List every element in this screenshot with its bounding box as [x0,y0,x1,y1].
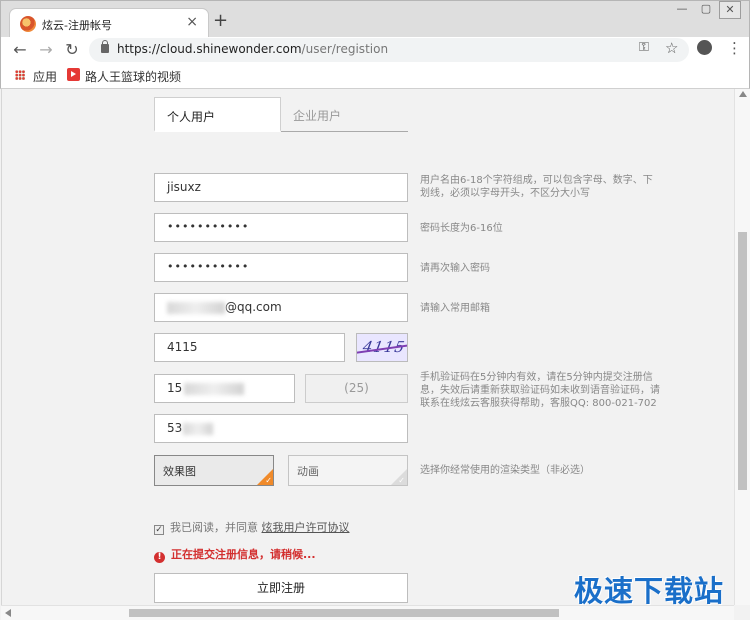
phone-input[interactable]: 15 [154,374,295,403]
bookmark-star-icon[interactable]: ☆ [665,39,678,57]
render-option-animation[interactable]: 动画 ✓ [288,455,408,486]
error-icon: ! [154,552,165,563]
address-bar[interactable]: https://cloud.shinewonder.com/user/regis… [89,38,689,62]
scroll-up-arrow-icon[interactable] [739,91,747,97]
apps-grid-icon[interactable] [15,70,25,80]
tab-title: 炫云-注册帐号 [42,19,112,32]
captcha-input[interactable]: 4115 [154,333,345,362]
new-tab-button[interactable]: + [213,10,228,31]
video-icon [67,68,80,81]
email-hint: 请输入常用邮箱 [420,303,490,314]
agreement-checkbox[interactable]: ✓ [154,525,164,535]
browser-toolbar: ← → ↻ https://cloud.shinewonder.com/user… [0,37,750,63]
render-type-hint: 选择你经常使用的渲染类型（非必选） [420,465,590,476]
user-type-tabs: 个人用户 企业用户 [154,97,409,133]
browser-tabstrip: 炫云-注册帐号 × + — ▢ ✕ [0,0,750,39]
window-close-button[interactable]: ✕ [719,1,741,19]
email-input[interactable]: @qq.com [154,293,408,322]
back-arrow-icon[interactable]: ← [11,40,29,59]
window-restore-button[interactable]: ▢ [695,1,717,19]
profile-avatar-icon[interactable] [697,40,712,55]
captcha-image[interactable]: 4115 [356,333,408,362]
bookmark-apps[interactable]: 应用 [33,68,57,85]
redacted-sms-code [183,422,214,435]
agreement-row: ✓ 我已阅读，并同意 炫我用户许可协议 [154,519,350,535]
license-agreement-link[interactable]: 炫我用户许可协议 [262,521,350,534]
window-minimize-button[interactable]: — [671,1,693,19]
close-tab-icon[interactable]: × [186,14,198,30]
vertical-scrollbar[interactable] [734,89,750,605]
bookmark-video[interactable]: 路人王篮球的视频 [85,68,181,85]
sms-code-input[interactable]: 53 [154,414,408,443]
horizontal-scroll-thumb[interactable] [129,609,559,617]
password-hint: 密码长度为6-16位 [420,223,503,234]
vertical-scroll-thumb[interactable] [738,232,747,490]
site-watermark: 极速下载站 [574,574,725,608]
registration-page: 个人用户 企业用户 jisuxz 用户名由6-18个字符组成，可以包含字母、数字… [1,89,734,605]
register-button[interactable]: 立即注册 [154,573,408,603]
reload-icon[interactable]: ↻ [63,40,81,59]
checkmark-icon: ✓ [398,476,405,485]
key-icon[interactable]: ⚿ [639,40,649,55]
redacted-phone [184,382,245,395]
username-input[interactable]: jisuxz [154,173,408,202]
checkmark-icon: ✓ [265,476,272,485]
scroll-left-arrow-icon[interactable] [5,609,11,617]
submit-status-message: ! 正在提交注册信息，请稍候... [154,546,316,563]
tab-enterprise-user[interactable]: 企业用户 [281,97,408,132]
password-confirm-input[interactable]: ••••••••••• [154,253,408,282]
agreement-label: 我已阅读，并同意 [170,521,258,534]
lock-icon [101,40,109,53]
username-hint: 用户名由6-18个字符组成，可以包含字母、数字、下划线，必须以字母开头，不区分大… [420,175,653,199]
sms-countdown-button[interactable]: (25) [305,374,408,403]
browser-tab-active[interactable]: 炫云-注册帐号 × [9,8,209,39]
browser-menu-icon[interactable]: ⋮ [727,39,742,57]
password-input[interactable]: ••••••••••• [154,213,408,242]
tab-personal-user[interactable]: 个人用户 [154,97,281,132]
forward-arrow-icon[interactable]: → [37,40,55,59]
redacted-email-local [167,301,225,314]
password-confirm-hint: 请再次输入密码 [420,263,490,274]
render-option-image[interactable]: 效果图 ✓ [154,455,274,486]
url-text[interactable]: https://cloud.shinewonder.com/user/regis… [117,42,388,56]
bookmarks-bar: 应用 路人王篮球的视频 [0,63,750,89]
site-favicon-icon [20,16,36,32]
sms-hint: 手机验证码在5分钟内有效，请在5分钟内提交注册信息，失效后请重新获取验证码如未收… [420,372,660,409]
